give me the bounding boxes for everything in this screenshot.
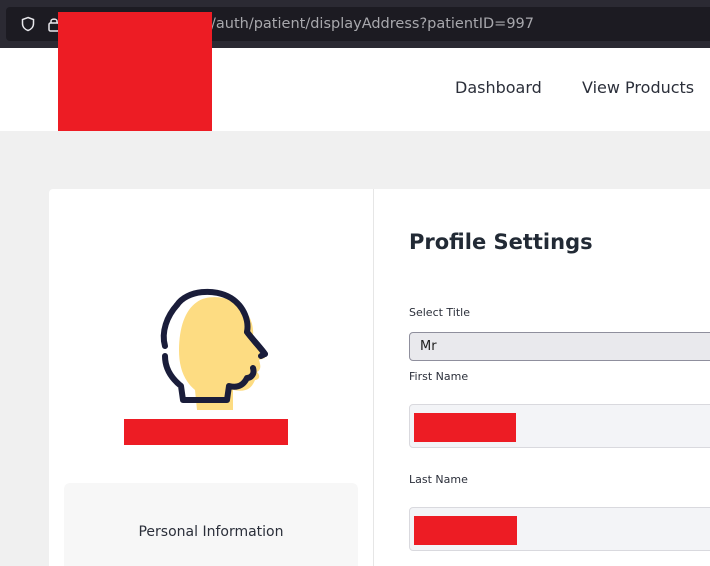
- first-name-field[interactable]: [409, 404, 710, 448]
- site-logo-redacted[interactable]: [58, 48, 212, 131]
- select-title-label: Select Title: [409, 306, 471, 319]
- last-name-label: Last Name: [409, 473, 468, 486]
- card-divider: [373, 189, 374, 566]
- title-select-value: Mr: [420, 339, 437, 354]
- shield-icon[interactable]: [20, 16, 36, 32]
- url-text[interactable]: /auth/patient/displayAddress?patientID=9…: [211, 16, 534, 32]
- nav-dashboard-link[interactable]: Dashboard: [455, 78, 542, 97]
- user-avatar-icon: [136, 282, 284, 414]
- redaction-block: [58, 12, 212, 48]
- last-name-field[interactable]: [409, 507, 710, 551]
- nav-view-products-link[interactable]: View Products: [582, 78, 694, 97]
- site-header: Dashboard View Products: [0, 48, 710, 131]
- patient-name-redacted: [124, 419, 288, 445]
- last-name-redacted: [414, 516, 517, 545]
- personal-information-label[interactable]: Personal Information: [64, 524, 358, 540]
- title-select[interactable]: Mr: [409, 332, 710, 361]
- page-title: Profile Settings: [409, 230, 593, 254]
- first-name-redacted: [414, 413, 516, 442]
- first-name-label: First Name: [409, 370, 469, 383]
